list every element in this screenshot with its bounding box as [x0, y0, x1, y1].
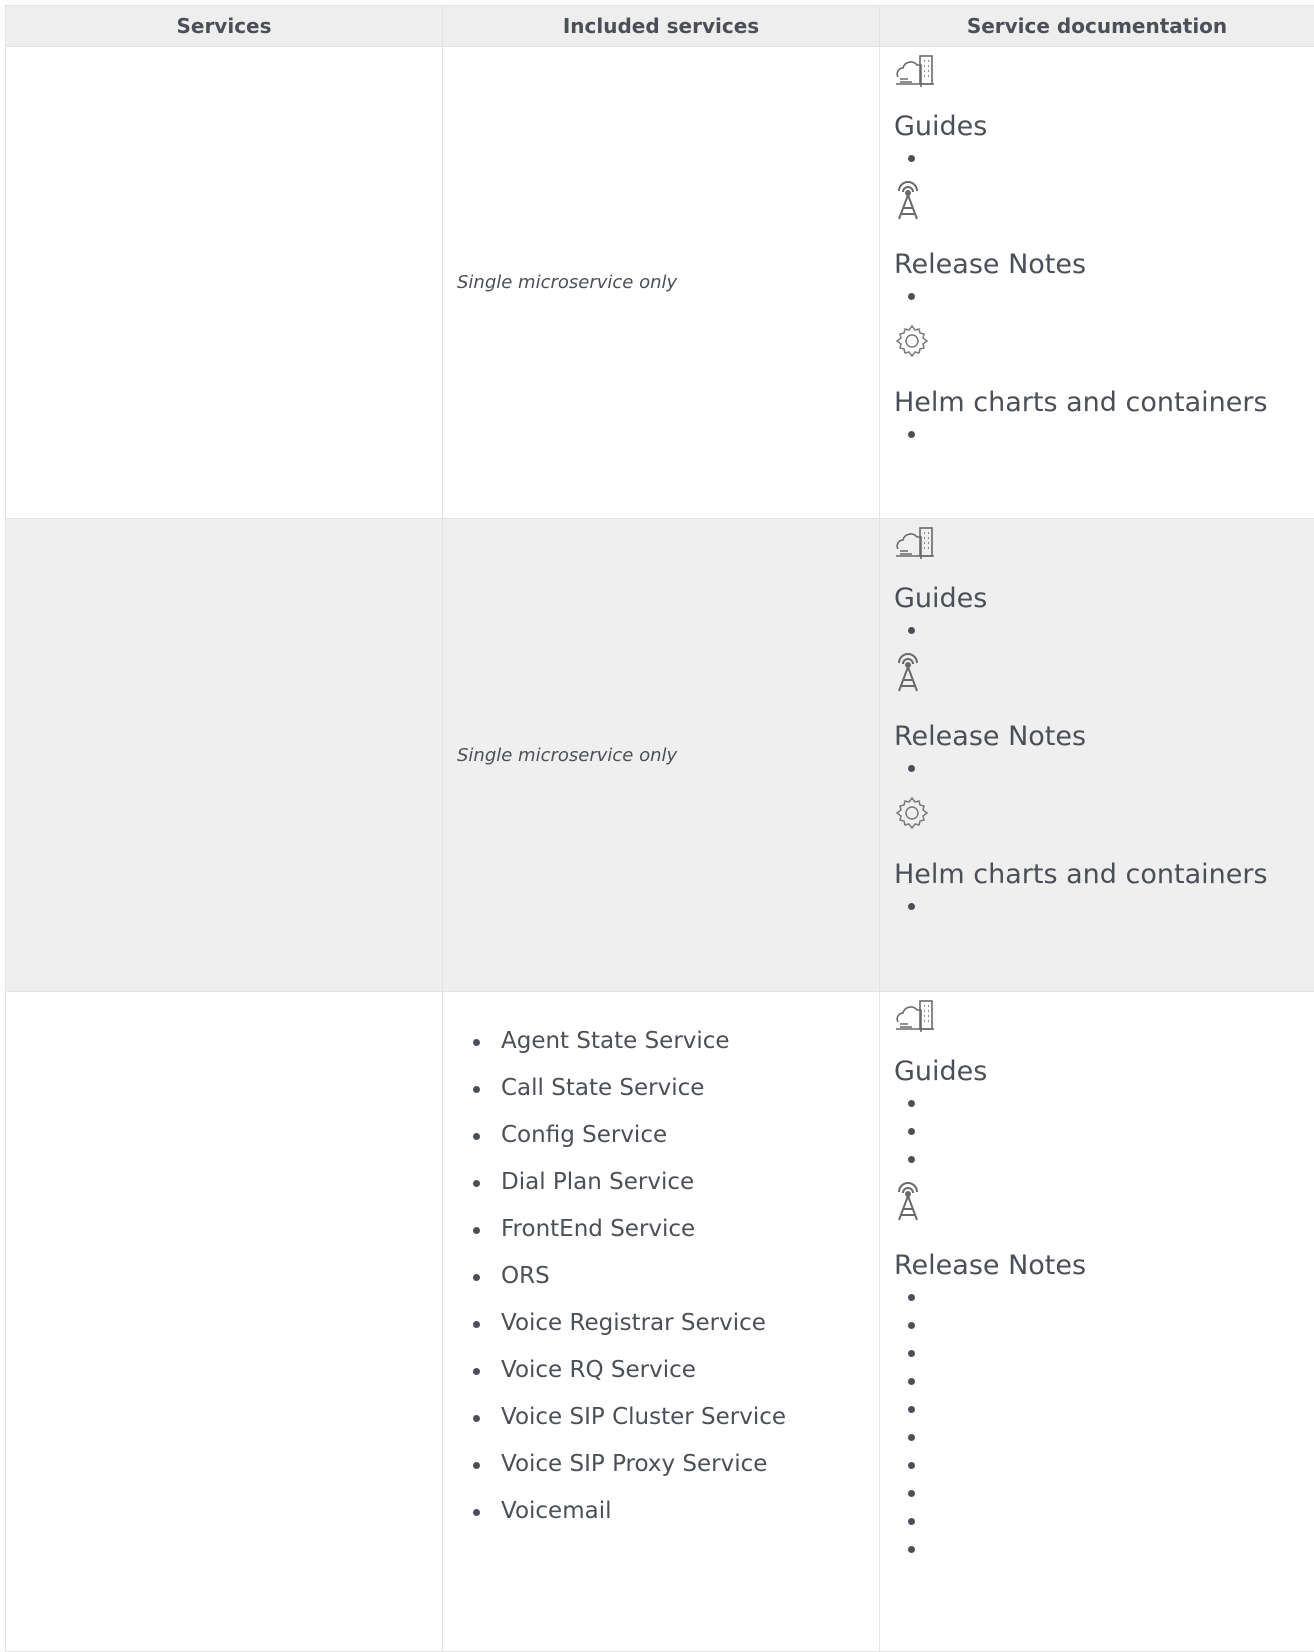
doc-link-item[interactable] — [894, 1088, 1314, 1116]
included-service-item[interactable]: Agent State Service — [471, 1018, 879, 1065]
doc-section-title: Helm charts and containers — [894, 859, 1314, 891]
single-microservice-note: Single microservice only — [443, 745, 879, 766]
doc-link-item[interactable] — [894, 281, 1314, 309]
doc-section-title: Guides — [894, 583, 1314, 615]
doc-link-item[interactable] — [894, 1282, 1314, 1310]
included-services-cell: Single microservice only — [443, 47, 880, 519]
doc-section-title: Helm charts and containers — [894, 387, 1314, 419]
doc-section: Release Notes — [894, 653, 1314, 781]
included-service-item[interactable]: Voice Registrar Service — [471, 1300, 879, 1347]
table-row: Single microservice only Guides Release No… — [6, 519, 1314, 992]
cloud-building-icon — [894, 519, 1314, 559]
doc-section: Helm charts and containers — [894, 791, 1314, 919]
included-service-item[interactable]: Dial Plan Service — [471, 1159, 879, 1206]
doc-link-item[interactable] — [894, 891, 1314, 919]
doc-link-item[interactable] — [894, 419, 1314, 447]
gear-icon — [894, 791, 1314, 831]
doc-link-item[interactable] — [894, 1478, 1314, 1506]
included-services-cell: Agent State ServiceCall State ServiceCon… — [443, 992, 880, 1652]
header-services: Services — [6, 6, 443, 47]
services-cell — [6, 519, 443, 992]
doc-section: Release Notes — [894, 1182, 1314, 1562]
included-service-item[interactable]: Voice RQ Service — [471, 1347, 879, 1394]
doc-link-item[interactable] — [894, 615, 1314, 643]
doc-link-item[interactable] — [894, 1310, 1314, 1338]
doc-section: Guides — [894, 47, 1314, 171]
doc-link-item[interactable] — [894, 1534, 1314, 1562]
doc-link-item[interactable] — [894, 143, 1314, 171]
included-services-cell: Single microservice only — [443, 519, 880, 992]
cloud-building-icon — [894, 47, 1314, 87]
doc-link-list — [894, 281, 1314, 309]
header-included-services: Included services — [443, 6, 880, 47]
doc-link-list — [894, 419, 1314, 447]
doc-section: Guides — [894, 992, 1314, 1172]
service-documentation-cell: Guides Release Notes Helm charts and conta… — [880, 519, 1314, 992]
included-service-item[interactable]: ORS — [471, 1253, 879, 1300]
services-cell — [6, 47, 443, 519]
doc-section-title: Release Notes — [894, 1250, 1314, 1282]
cloud-building-icon — [894, 992, 1314, 1032]
services-cell — [6, 992, 443, 1652]
doc-link-item[interactable] — [894, 1116, 1314, 1144]
broadcast-tower-icon — [894, 181, 1314, 221]
broadcast-tower-icon — [894, 653, 1314, 693]
gear-icon — [894, 319, 1314, 359]
included-service-item[interactable]: Call State Service — [471, 1065, 879, 1112]
doc-section-title: Guides — [894, 111, 1314, 143]
doc-section: Guides — [894, 519, 1314, 643]
doc-link-item[interactable] — [894, 1144, 1314, 1172]
included-service-item[interactable]: Voice SIP Cluster Service — [471, 1394, 879, 1441]
single-microservice-note: Single microservice only — [443, 272, 879, 293]
included-service-item[interactable]: Voice SIP Proxy Service — [471, 1441, 879, 1488]
included-services-list: Agent State ServiceCall State ServiceCon… — [443, 1018, 879, 1535]
included-service-item[interactable]: FrontEnd Service — [471, 1206, 879, 1253]
doc-link-list — [894, 1282, 1314, 1562]
service-documentation-cell: Guides Release Notes Helm charts and conta… — [880, 47, 1314, 519]
table-row: Single microservice only Guides Release No… — [6, 47, 1314, 519]
doc-link-list — [894, 615, 1314, 643]
doc-link-item[interactable] — [894, 1450, 1314, 1478]
services-table: Services Included services Service docum… — [5, 5, 1314, 1652]
doc-section: Release Notes — [894, 181, 1314, 309]
service-documentation-cell: Guides Release Notes — [880, 992, 1314, 1652]
header-service-documentation: Service documentation — [880, 6, 1314, 47]
included-service-item[interactable]: Voicemail — [471, 1488, 879, 1535]
doc-section-title: Release Notes — [894, 721, 1314, 753]
doc-link-list — [894, 753, 1314, 781]
doc-link-item[interactable] — [894, 1394, 1314, 1422]
doc-link-list — [894, 891, 1314, 919]
broadcast-tower-icon — [894, 1182, 1314, 1222]
doc-link-item[interactable] — [894, 1338, 1314, 1366]
doc-link-item[interactable] — [894, 1422, 1314, 1450]
header-row: Services Included services Service docum… — [6, 6, 1314, 47]
doc-link-item[interactable] — [894, 1506, 1314, 1534]
doc-link-list — [894, 1088, 1314, 1172]
doc-section: Helm charts and containers — [894, 319, 1314, 447]
doc-section-title: Release Notes — [894, 249, 1314, 281]
doc-link-item[interactable] — [894, 753, 1314, 781]
included-service-item[interactable]: Config Service — [471, 1112, 879, 1159]
table-row: Agent State ServiceCall State ServiceCon… — [6, 992, 1314, 1652]
doc-link-item[interactable] — [894, 1366, 1314, 1394]
doc-link-list — [894, 143, 1314, 171]
doc-section-title: Guides — [894, 1056, 1314, 1088]
